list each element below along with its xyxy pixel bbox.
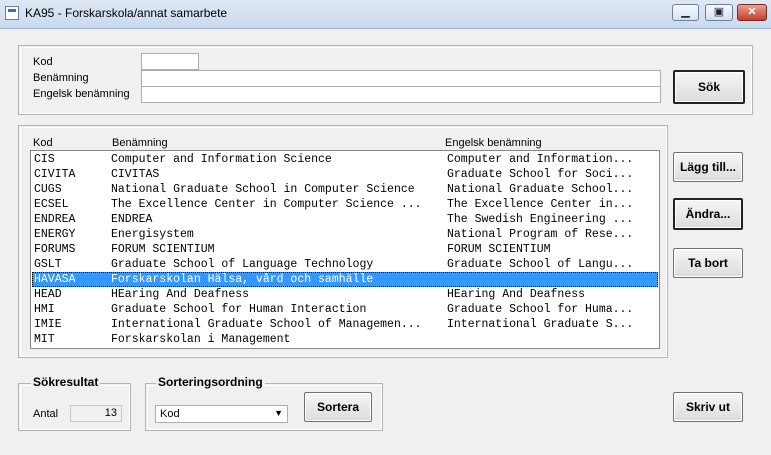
column-header-kod[interactable]: Kod (33, 137, 53, 149)
list-cell-namn: The Excellence Center in Computer Scienc… (111, 198, 422, 211)
list-cell-eng: The Swedish Engineering ... (447, 213, 634, 226)
maximize-button[interactable]: ▣ (705, 4, 733, 21)
chevron-down-icon: ▼ (274, 408, 283, 418)
sort-legend: Sorteringsordning (156, 375, 265, 389)
list-cell-namn: Computer and Information Science (111, 153, 332, 166)
list-item[interactable]: GSLT Graduate School of Language Technolo… (32, 257, 658, 272)
list-cell-kod: FORUMS (34, 243, 76, 256)
list-cell-eng: International Graduate S... (447, 318, 634, 331)
list-cell-kod: HAVASA (34, 273, 76, 286)
kod-label: Kod (33, 56, 53, 68)
list-cell-kod: ENDREA (34, 213, 76, 226)
list-item[interactable]: ECSEL The Excellence Center in Computer S… (32, 197, 658, 212)
list-cell-eng: HEaring And Deafness (447, 288, 586, 301)
list-cell-eng: Graduate School for Huma... (447, 303, 634, 316)
list-cell-namn: National Graduate School in Computer Sci… (111, 183, 415, 196)
list-cell-eng: The Excellence Center in... (447, 198, 634, 211)
print-button[interactable]: Skriv ut (673, 392, 743, 422)
list-item[interactable]: CUGS National Graduate School in Computer… (32, 182, 658, 197)
list-cell-namn: Forskarskolan i Management (111, 333, 291, 346)
list-cell-namn: CIVITAS (111, 168, 160, 181)
list-cell-namn: Forskarskolan Hälsa, vård och samhälle (111, 273, 374, 286)
list-cell-eng: National Graduate School... (447, 183, 634, 196)
title-bar: KA95 - Forskarskola/annat samarbete ▁ ▣ … (0, 0, 771, 29)
list-item[interactable]: FORUMS FORUM SCIENTIUM FORUM SCIENTIUM (32, 242, 658, 257)
column-header-engelsk[interactable]: Engelsk benämning (445, 137, 542, 149)
benamning-input[interactable] (141, 70, 661, 87)
kod-input[interactable] (141, 53, 199, 70)
delete-button[interactable]: Ta bort (673, 248, 743, 278)
list-cell-kod: CIVITA (34, 168, 76, 181)
app-icon (5, 6, 19, 20)
engelsk-input[interactable] (141, 86, 661, 103)
list-cell-kod: HMI (34, 303, 55, 316)
sort-button[interactable]: Sortera (304, 392, 372, 422)
list-cell-namn: International Graduate School of Managem… (111, 318, 422, 331)
window-title: KA95 - Forskarskola/annat samarbete (25, 6, 228, 20)
edit-button[interactable]: Ändra... (673, 198, 743, 230)
list-cell-kod: CUGS (34, 183, 62, 196)
column-header-benamning[interactable]: Benämning (112, 137, 168, 149)
list-item[interactable]: HEAD HEaring And Deafness HEaring And Deaf… (32, 287, 658, 302)
list-item[interactable]: HMI Graduate School for Human Interaction… (32, 302, 658, 317)
list-cell-namn: FORUM SCIENTIUM (111, 243, 215, 256)
count-label: Antal (33, 408, 59, 420)
list-cell-namn: HEaring And Deafness (111, 288, 250, 301)
list-cell-namn: ENDREA (111, 213, 153, 226)
list-item[interactable]: MIT Forskarskolan i Management (32, 332, 658, 347)
list-item[interactable]: IMIE International Graduate School of Man… (32, 317, 658, 332)
sort-select[interactable]: Kod ▼ (155, 405, 288, 423)
add-button[interactable]: Lägg till... (673, 152, 743, 182)
list-cell-kod: CIS (34, 153, 55, 166)
list-cell-kod: IMIE (34, 318, 62, 331)
list-cell-eng: Computer and Information... (447, 153, 634, 166)
benamning-label: Benämning (33, 72, 89, 84)
list-cell-eng: National Program of Rese... (447, 228, 634, 241)
list-cell-kod: HEAD (34, 288, 62, 301)
list-cell-eng: FORUM SCIENTIUM (447, 243, 551, 256)
list-item[interactable]: ENERGY Energisystem National Program of Re… (32, 227, 658, 242)
list-item[interactable]: CIVITA CIVITAS Graduate School for Soci... (32, 167, 658, 182)
list-cell-kod: ENERGY (34, 228, 76, 241)
list-item[interactable]: ENDREA ENDREA The Swedish Engineering ... (32, 212, 658, 227)
list-cell-namn: Energisystem (111, 228, 194, 241)
list-cell-namn: Graduate School for Human Interaction (111, 303, 367, 316)
minimize-button[interactable]: ▁ (672, 4, 699, 21)
list-cell-eng: Graduate School for Soci... (447, 168, 634, 181)
sort-select-value: Kod (160, 408, 180, 420)
result-legend: Sökresultat (31, 375, 101, 389)
list-cell-namn: Graduate School of Language Technology (111, 258, 374, 271)
count-value: 13 (70, 405, 122, 422)
close-button[interactable]: ✕ (737, 4, 767, 21)
search-button[interactable]: Sök (673, 70, 745, 104)
engelsk-label: Engelsk benämning (33, 88, 130, 100)
list-cell-eng: Graduate School of Langu... (447, 258, 634, 271)
list-cell-kod: ECSEL (34, 198, 69, 211)
list-item[interactable]: CIS Computer and Information Science Compu… (32, 152, 658, 167)
list-item[interactable]: HAVASA Forskarskolan Hälsa, vård och samh… (32, 272, 658, 287)
result-list[interactable]: CIS Computer and Information Science Compu… (30, 150, 660, 349)
list-cell-kod: GSLT (34, 258, 62, 271)
list-cell-kod: MIT (34, 333, 55, 346)
